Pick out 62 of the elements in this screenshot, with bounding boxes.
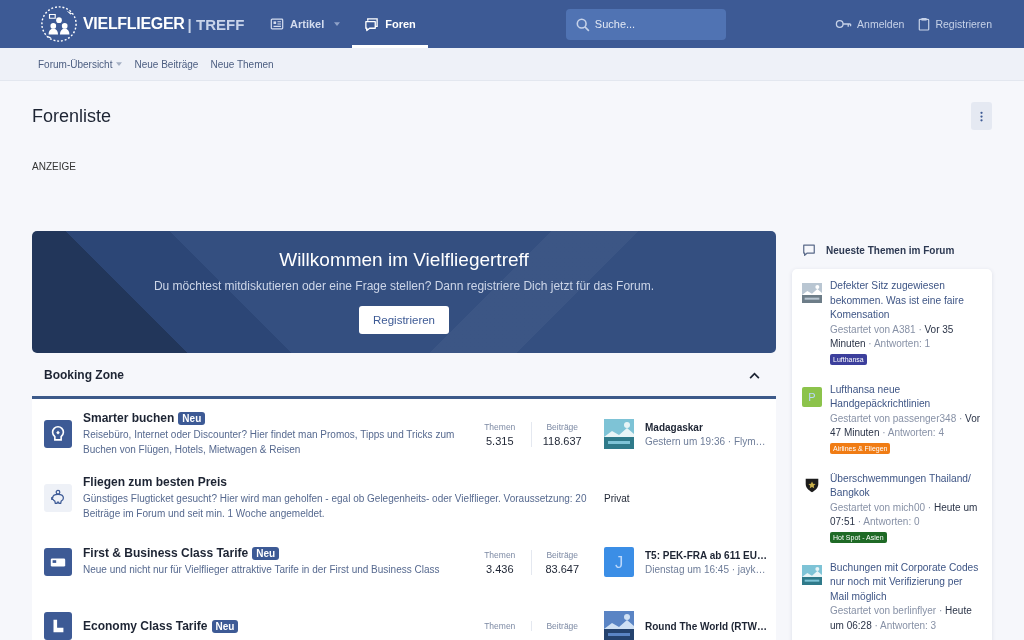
new-badge: Neu (252, 546, 280, 560)
page-title: Forenliste (32, 105, 112, 127)
topic-meta: Gestartet von mich00 · Heute um 07:51 · Antworten: 0 (830, 500, 979, 529)
sub-nav-link[interactable]: Forum-Übersicht (38, 58, 123, 70)
chat-bubbles-icon (364, 16, 380, 32)
stat-label: Beiträge (546, 421, 579, 432)
forum-title[interactable]: Economy Class Tarife (83, 619, 208, 633)
topic-title[interactable]: Buchungen mit Corporate Codes nur noch mit Verifizierung per Mail möglich (830, 560, 982, 604)
stat-label: Beiträge (546, 621, 579, 631)
key-icon (835, 18, 853, 30)
last-post-title[interactable]: T5: PEK-FRA ab 611 EU… (645, 549, 767, 561)
register-button[interactable]: Registrieren (359, 306, 449, 334)
account-link[interactable]: Anmelden (835, 17, 905, 31)
bed-icon (44, 548, 72, 576)
sidebar-title: Neueste Themen im Forum (826, 244, 955, 256)
stat-value: 3.436 (486, 562, 514, 575)
lightbulb-icon (44, 420, 72, 448)
search-field[interactable]: Suche... (565, 8, 726, 40)
piggy-bank-icon (44, 484, 72, 512)
forum-title[interactable]: First & Business Class Tarife (83, 546, 249, 561)
vertical-dots-icon (980, 110, 983, 122)
stat-label: Themen (484, 621, 516, 631)
stat-value: 83.647 (545, 562, 580, 575)
banner-text: Du möchtest mitdiskutieren oder eine Frage stellen? Dann registriere Dich jetzt für das Forum. (152, 279, 656, 293)
last-post-meta: Dienstag um 16:45 · jayk… (645, 563, 767, 575)
stat-value: 118.637 (542, 434, 582, 447)
forum-title[interactable]: Fliegen zum besten Preis (83, 475, 228, 489)
last-post-title[interactable]: Madagaskar (645, 421, 766, 433)
last-post-meta: Gestern um 19:36 · Flym… (645, 435, 766, 447)
stat-label: Beiträge (546, 549, 579, 560)
last-post-title[interactable]: Round The World (RTW… (645, 620, 767, 632)
article-icon (270, 17, 284, 31)
topic-title[interactable]: Defekter Sitz zugewiesen bekommen. Was ist eine faire Komensation (830, 279, 982, 323)
logo-text[interactable]: VIELFLIEGER (83, 15, 185, 33)
topic-meta: Gestartet von berlinflyer · Heute um 06:28 · Antworten: 3 (830, 604, 973, 633)
topic-meta: Gestartet von passenger348 · Vor 47 Minuten · Antworten: 4 (830, 411, 982, 440)
ad-label: ANZEIGE (32, 161, 77, 174)
stat-label: Themen (484, 421, 516, 432)
sub-nav-link[interactable]: Neue Beiträge (134, 58, 199, 70)
new-badge: Neu (178, 411, 206, 425)
topic-meta: Gestartet von A381 · Vor 35 Minuten · Antworten: 1 (830, 322, 955, 351)
access-label: Privat (604, 492, 631, 504)
topic-title[interactable]: Lufthansa neue Handgepäckrichtlinien (830, 382, 982, 412)
nav-tab[interactable]: Artikel (258, 0, 353, 48)
topic-title[interactable]: Überschwemmungen Thailand/ Bangkok (830, 471, 982, 501)
search-icon (575, 17, 590, 32)
speech-bubble-icon (802, 243, 816, 257)
clipboard-icon (918, 17, 931, 31)
account-link[interactable]: Registrieren (918, 17, 992, 31)
stat-label: Themen (484, 549, 516, 560)
section-title: Booking Zone (44, 368, 124, 382)
collapse-icon[interactable] (749, 371, 760, 379)
forum-title[interactable]: Smarter buchen (83, 411, 175, 425)
new-badge: Neu (211, 619, 239, 633)
stat-value: 5.315 (486, 434, 514, 447)
sub-nav-link[interactable]: Neue Themen (210, 58, 274, 70)
forum-description: Günstiges Flugticket gesucht? Hier wird man geholfen - egal ob Gelegenheits- oder Vielflieger. Voraussetzung: 20 Beiträge im Forum und seit min. 1 Woche angemeldet. (83, 492, 588, 521)
logo-icon (40, 5, 78, 43)
logo-text[interactable]: | TREFF (187, 15, 245, 33)
forum-description: Reisebüro, Internet oder Discounter? Hier findet man Promos, Tipps und Tricks zum Buchen von Flügen, Hotels, Mietwagen & Reisen (83, 428, 456, 457)
forum-description: Neue und nicht nur für Vielflieger attraktive Tarife in der First und Business Class (83, 563, 441, 578)
banner-title: Willkommen im Vielfliegertreff (278, 249, 530, 271)
